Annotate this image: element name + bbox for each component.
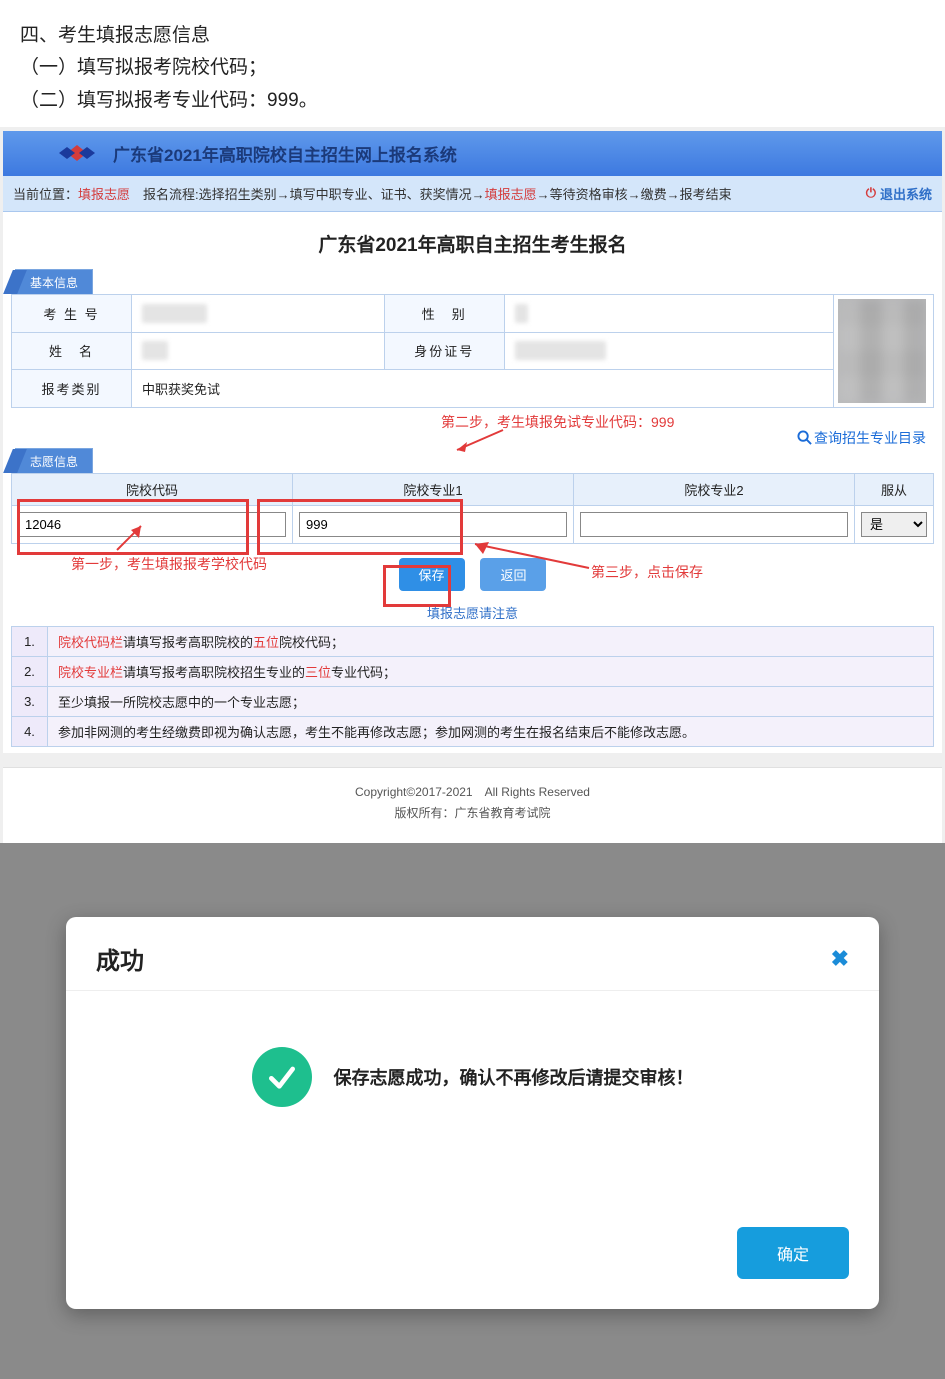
school-code-input[interactable] [18,512,286,537]
note-num-3: 3. [12,686,48,716]
breadcrumb-current: 填报志愿 [78,187,130,202]
col-obey: 服从 [855,473,934,505]
note-num-2: 2. [12,656,48,686]
note-num-4: 4. [12,716,48,746]
annotation-step3: 第三步，点击保存 [591,562,703,582]
breadcrumb-bar: 当前位置：填报志愿 报名流程:选择招生类别→填写中职专业、证书、获奖情况→填报志… [3,176,942,212]
footer: Copyright©2017-2021 All Rights Reserved … [3,767,942,843]
col-school-code: 院校代码 [12,473,293,505]
label-student-no: 考 生 号 [12,294,132,332]
annotation-step2: 第二步，考生填报免试专业代码：999 [441,412,674,432]
modal-message: 保存志愿成功，确认不再修改后请提交审核！ [334,1064,694,1090]
obey-select[interactable]: 是 [861,512,927,537]
check-icon [252,1047,312,1107]
section-title: 四、考生填报志愿信息 [20,20,925,52]
footer-copy: Copyright©2017-2021 All Rights Reserved [3,782,942,804]
close-icon[interactable]: ✖ [831,946,849,972]
note-text-3: 至少填报一所院校志愿中的一个专业志愿； [48,686,934,716]
tab-basic-info[interactable]: 基本信息 [15,269,93,294]
major2-input[interactable] [580,512,848,537]
note-text-1: 院校代码栏请填写报考高职院校的五位院校代码； [48,626,934,656]
notes-heading: 填报志愿请注意 [11,597,934,626]
back-button[interactable]: 返回 [480,558,546,591]
breadcrumb-trail-a: 报名流程:选择招生类别→填写中职专业、证书、获奖情况→ [130,187,485,202]
col-major1: 院校专业1 [293,473,574,505]
basic-info-table: 考 生 号 性 别 姓 名 身份证号 报考类别 中职获奖免试 [11,294,934,408]
breadcrumb-text: 当前位置：填报志愿 报名流程:选择招生类别→填写中职专业、证书、获奖情况→填报志… [13,184,732,203]
logout-button[interactable]: ⏻ 退出系统 [866,184,932,203]
modal-backdrop: 成功 ✖ 保存志愿成功，确认不再修改后请提交审核！ 确定 [0,843,945,1379]
success-modal: 成功 ✖ 保存志愿成功，确认不再修改后请提交审核！ 确定 [66,917,879,1309]
search-icon [797,430,812,445]
note-num-1: 1. [12,626,48,656]
power-icon: ⏻ [866,185,876,201]
doc-line-1: （一）填写拟报考院校代码； [20,52,925,84]
breadcrumb-trail-b: →等待资格审核→缴费→报考结束 [537,187,732,202]
doc-instructions: 四、考生填报志愿信息 （一）填写拟报考院校代码； （二）填写拟报考专业代码：99… [0,0,945,127]
doc-line-2: （二）填写拟报考专业代码：999。 [20,85,925,117]
footer-owner: 版权所有：广东省教育考试院 [3,803,942,825]
value-category: 中职获奖免试 [132,370,834,408]
photo-cell [834,294,934,407]
value-gender [504,294,833,332]
notes-table: 1. 院校代码栏请填写报考高职院校的五位院校代码； 2. 院校专业栏请填写报考高… [11,626,934,747]
logout-label: 退出系统 [880,184,932,203]
volunteer-table: 院校代码 院校专业1 院校专业2 服从 是 [11,473,934,544]
major1-input[interactable] [299,512,567,537]
col-major2: 院校专业2 [574,473,855,505]
search-major-link[interactable]: 查询招生专业目录 [797,428,926,448]
tab-volunteer-info[interactable]: 志愿信息 [15,448,93,473]
label-category: 报考类别 [12,370,132,408]
system-header: 广东省2021年高职院校自主招生网上报名系统 [3,131,942,176]
value-idno [504,332,833,370]
note-text-4: 参加非网测的考生经缴费即视为确认志愿，考生不能再修改志愿；参加网测的考生在报名结… [48,716,934,746]
value-name [132,332,385,370]
value-student-no [132,294,385,332]
logo-icon [55,141,99,165]
confirm-button[interactable]: 确定 [737,1227,849,1279]
label-gender: 性 别 [384,294,504,332]
annotation-step1: 第一步，考生填报报考学校代码 [71,554,267,574]
breadcrumb-trail-hl: 填报志愿 [485,187,537,202]
note-text-2: 院校专业栏请填写报考高职院校招生专业的三位专业代码； [48,656,934,686]
system-panel: 广东省2021年高职院校自主招生网上报名系统 当前位置：填报志愿 报名流程:选择… [0,127,945,843]
label-idno: 身份证号 [384,332,504,370]
search-major-label: 查询招生专业目录 [814,428,926,448]
save-button[interactable]: 保存 [399,558,465,591]
page-title: 广东省2021年高职自主招生考生报名 [11,224,934,269]
header-title: 广东省2021年高职院校自主招生网上报名系统 [113,141,457,166]
breadcrumb-prefix: 当前位置： [13,187,78,202]
student-photo [838,299,926,403]
volunteer-area: 院校代码 院校专业1 院校专业2 服从 是 第一步，考生填报报考学校代码 [11,473,934,747]
modal-title: 成功 [96,941,144,976]
label-name: 姓 名 [12,332,132,370]
